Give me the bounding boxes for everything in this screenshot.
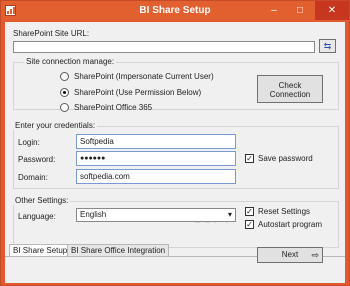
reset-settings-label: Reset Settings xyxy=(258,207,311,216)
next-label: Next xyxy=(281,250,299,259)
dialog-body: SharePoint Site URL: ⇆ Site connection m… xyxy=(5,22,345,283)
link-icon[interactable]: ⇆ xyxy=(319,39,336,53)
radio-label: SharePoint (Impersonate Current User) xyxy=(74,72,214,81)
domain-input[interactable]: softpedia.com xyxy=(76,169,236,184)
other-settings-legend: Other Settings: xyxy=(13,196,71,205)
save-password-label: Save password xyxy=(258,154,313,163)
app-window: BI Share Setup – □ ✕ SharePoint Site URL… xyxy=(0,0,350,286)
language-value: English xyxy=(80,210,107,219)
radio-button[interactable] xyxy=(60,72,69,81)
radio-label: SharePoint Office 365 xyxy=(74,103,153,112)
password-label: Password: xyxy=(18,155,56,164)
minimize-button[interactable]: – xyxy=(261,1,287,20)
check-connection-label-2: Connection xyxy=(269,90,311,99)
next-button[interactable]: Next ⇨ xyxy=(257,247,323,263)
language-select[interactable]: English ▾ xyxy=(76,208,236,222)
reset-settings-checkbox[interactable]: ✓ xyxy=(245,207,254,216)
save-password-checkbox[interactable]: ✓ xyxy=(245,154,254,163)
check-connection-label-1: Check xyxy=(278,81,302,90)
check-connection-button[interactable]: Check Connection xyxy=(257,75,323,103)
site-url-label: SharePoint Site URL: xyxy=(13,29,90,38)
autostart-label: Autostart program xyxy=(258,220,323,229)
password-input[interactable]: ●●●●●● xyxy=(76,151,236,166)
close-button[interactable]: ✕ xyxy=(315,1,349,20)
radio-button[interactable] xyxy=(60,103,69,112)
chevron-down-icon: ▾ xyxy=(227,210,232,219)
login-label: Login: xyxy=(18,138,40,147)
maximize-button[interactable]: □ xyxy=(287,1,313,20)
radio-button[interactable] xyxy=(60,88,69,97)
login-input[interactable]: Softpedia xyxy=(76,134,236,149)
credentials-legend: Enter your credentials: xyxy=(13,121,98,130)
arrow-right-icon: ⇨ xyxy=(311,250,319,260)
connection-legend: Site connection manage: xyxy=(24,57,117,66)
domain-label: Domain: xyxy=(18,173,48,182)
title-bar[interactable]: BI Share Setup – □ ✕ xyxy=(1,1,349,21)
autostart-checkbox[interactable]: ✓ xyxy=(245,220,254,229)
language-label: Language: xyxy=(18,212,56,221)
radio-label: SharePoint (Use Permission Below) xyxy=(74,88,202,97)
site-url-input[interactable] xyxy=(13,41,315,53)
